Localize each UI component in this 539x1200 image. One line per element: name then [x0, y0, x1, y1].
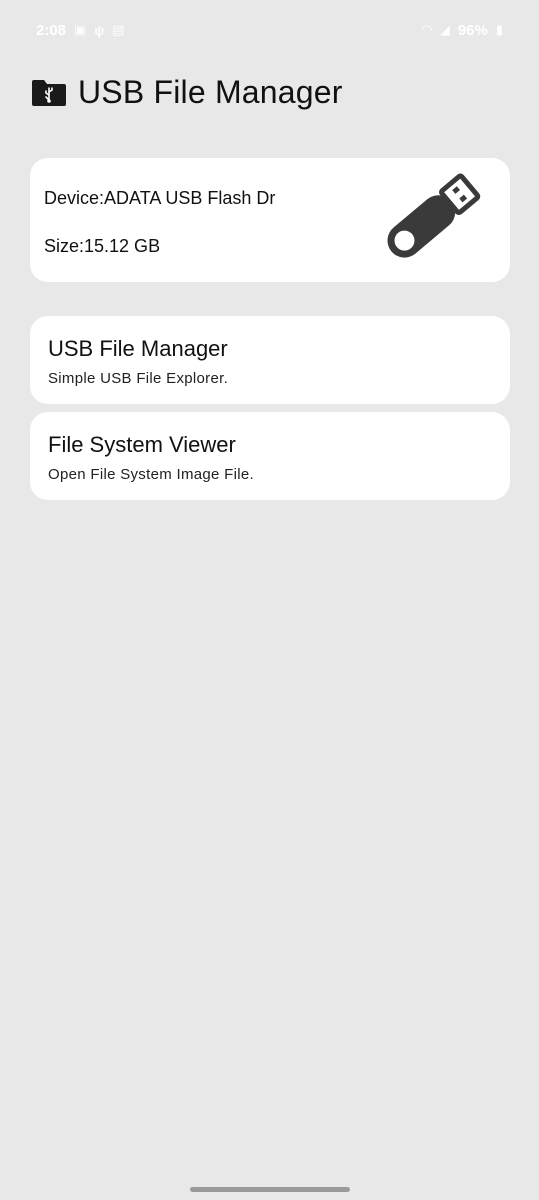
battery-level: 96%: [457, 21, 488, 39]
sim-icon: ▤: [112, 22, 125, 37]
file-system-viewer-title: File System Viewer: [48, 432, 236, 457]
status-bar: 2:08 ▣ ψ ▤ ◠ ◢ 96% ▮: [0, 0, 539, 60]
status-time: 2:08: [36, 21, 67, 39]
device-name: Device:ADATA USB Flash Dr: [44, 188, 276, 208]
device-card: Device:ADATA USB Flash Dr Size:15.12 GB: [30, 158, 510, 282]
status-left: 2:08 ▣ ψ ▤: [36, 22, 124, 39]
app-header: USB File Manager: [30, 74, 343, 111]
file-system-viewer-card[interactable]: File System Viewer Open File System Imag…: [30, 412, 510, 500]
usb-file-manager-card[interactable]: USB File Manager Simple USB File Explore…: [30, 316, 510, 404]
navigation-handle[interactable]: [189, 1187, 350, 1192]
usb-icon: ψ: [94, 22, 105, 38]
file-system-viewer-subtitle: Open File System Image File.: [48, 466, 254, 483]
folder-usb-icon: [32, 79, 66, 106]
image-icon: ▣: [74, 22, 87, 37]
battery-icon: ▮: [495, 22, 503, 37]
usb-file-manager-title: USB File Manager: [48, 336, 228, 361]
page-title: USB File Manager: [78, 74, 343, 110]
status-right: ◠ ◢ 96% ▮: [422, 22, 503, 39]
usb-drive-icon: [387, 173, 481, 258]
device-size: Size:15.12 GB: [44, 236, 161, 256]
usb-file-manager-subtitle: Simple USB File Explorer.: [48, 370, 229, 387]
wifi-icon: ◠: [421, 22, 432, 37]
signal-icon: ◢: [439, 22, 450, 37]
